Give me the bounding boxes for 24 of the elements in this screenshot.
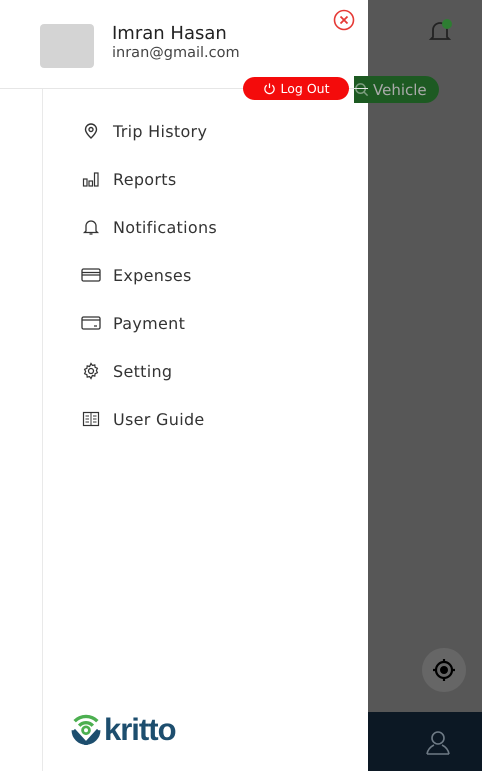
search-icon bbox=[354, 82, 369, 97]
menu-item[interactable]: Expenses bbox=[81, 264, 192, 286]
book-icon bbox=[81, 410, 101, 428]
card-icon bbox=[81, 267, 101, 283]
user-email: inran@gmail.com bbox=[112, 45, 240, 61]
gear-icon bbox=[81, 362, 101, 380]
app-logo: kritto bbox=[69, 711, 176, 745]
menu-item[interactable]: User Guide bbox=[81, 408, 205, 430]
menu-item[interactable]: Setting bbox=[81, 360, 172, 382]
avatar-placeholder bbox=[40, 24, 94, 68]
logout-button[interactable]: Log Out bbox=[243, 77, 349, 100]
menu-item[interactable]: Notifications bbox=[81, 216, 218, 238]
menu-item[interactable]: Trip History bbox=[81, 120, 208, 142]
menu-item[interactable]: Payment bbox=[81, 312, 186, 334]
menu-item[interactable]: Reports bbox=[81, 168, 176, 190]
card-icon bbox=[81, 315, 101, 331]
user-name: Imran Hasan bbox=[112, 23, 228, 44]
close-icon[interactable] bbox=[333, 9, 355, 31]
bell-icon bbox=[81, 218, 101, 236]
target-icon bbox=[431, 657, 457, 683]
power-icon bbox=[262, 82, 276, 95]
locate-button[interactable] bbox=[422, 648, 466, 692]
bar-chart-icon bbox=[81, 170, 101, 188]
search-vehicle-button[interactable]: Vehicle bbox=[354, 76, 439, 103]
